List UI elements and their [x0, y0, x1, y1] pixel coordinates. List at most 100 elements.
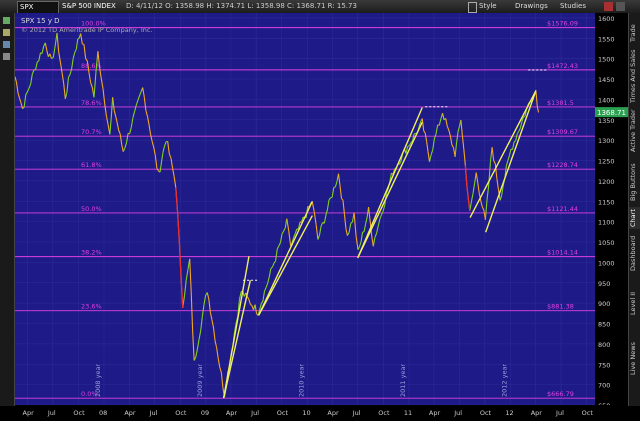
y-tick-label: 1200 [598, 178, 615, 186]
y-tick-label: 950 [598, 280, 610, 288]
y-tick-label: 1450 [598, 76, 615, 84]
y-tick-label: 1150 [598, 198, 615, 206]
y-tick-label: 1500 [598, 56, 615, 64]
y-tick-label: 1050 [598, 239, 615, 247]
tab-trade[interactable]: Trade [629, 16, 640, 50]
price-axis-svg: 1600 1550 1500 1450 1400 1350 1300 1250 1200 1150… [595, 13, 628, 405]
tool-d-icon[interactable] [3, 53, 10, 60]
tab-level-ii[interactable]: Level II [629, 279, 640, 327]
fib-price-label: $666.79 [547, 390, 574, 398]
x-tick-label: Jul [555, 409, 564, 417]
copyright-label: © 2012 TD Ameritrade IP Company, Inc. [21, 26, 153, 34]
y-tick-label: 1250 [598, 158, 615, 166]
chart-toolbar: SPX S&P 500 INDEX D: 4/11/12 O: 1358.98 … [0, 0, 640, 14]
fib-price-label: $1228.74 [547, 161, 578, 169]
tab-chart[interactable]: Chart [629, 207, 640, 229]
studies-menu[interactable]: Studies [560, 1, 586, 12]
price-axis[interactable]: 1600 1550 1500 1450 1400 1350 1300 1250 1200 1150… [595, 13, 628, 405]
fib-pct-label: 78.6% [81, 99, 102, 107]
tab-active-trader[interactable]: Active Trader [629, 105, 640, 157]
x-tick-label: 09 [201, 409, 209, 417]
x-tick-label: Apr [124, 409, 136, 417]
tab-live-news[interactable]: Live News [629, 331, 640, 387]
x-tick-label: Oct [378, 409, 390, 417]
x-tick-label: Jul [149, 409, 158, 417]
style-menu[interactable]: Style [479, 1, 497, 12]
left-tool-strip [0, 13, 15, 406]
plot-background [15, 13, 595, 405]
tool-b-icon[interactable] [3, 29, 10, 36]
fib-price-label: $881.38 [547, 303, 574, 311]
tool-a-icon[interactable] [3, 17, 10, 24]
chart-symbol-label: SPX 15 y D [21, 17, 60, 25]
x-tick-label: 08 [99, 409, 107, 417]
x-tick-label: Apr [327, 409, 339, 417]
price-segment [331, 197, 333, 198]
x-tick-label: Jul [352, 409, 361, 417]
time-axis-svg: Apr Jul Oct 08 Apr Jul Oct 09 Apr Jul Oct 10 Apr Jul O… [15, 405, 628, 419]
tab-dashboard[interactable]: Dashboard [629, 231, 640, 275]
year-marker-label: 2009 year [196, 364, 204, 397]
x-tick-label: 10 [302, 409, 310, 417]
year-marker-label: 2008 year [94, 364, 102, 397]
x-tick-label: Oct [175, 409, 187, 417]
y-tick-label: 1000 [598, 259, 615, 267]
time-axis[interactable]: Apr Jul Oct 08 Apr Jul Oct 09 Apr Jul Oct 10 Apr Jul O… [15, 405, 628, 419]
price-segment [414, 133, 416, 134]
x-tick-label: Oct [73, 409, 85, 417]
fib-pct-label: 88.6% [81, 62, 102, 70]
y-tick-label: 1400 [598, 96, 615, 104]
y-tick-label: 1350 [598, 117, 615, 125]
tool-c-icon[interactable] [3, 41, 10, 48]
fib-price-label: $1121.44 [547, 205, 578, 213]
fib-pct-label: 38.2% [81, 249, 102, 257]
price-segment [523, 116, 525, 117]
fib-price-label: $1014.14 [547, 249, 578, 257]
fib-price-label: $1309.67 [547, 128, 578, 136]
y-tick-label: 750 [598, 361, 610, 369]
y-tick-label: 1100 [598, 219, 615, 227]
alert-icon[interactable] [604, 2, 613, 11]
fib-price-label: $1576.09 [547, 20, 578, 28]
price-segment [78, 38, 79, 39]
index-name: S&P 500 INDEX [62, 1, 116, 12]
x-tick-label: Apr [23, 409, 35, 417]
x-tick-label: Oct [480, 409, 492, 417]
fib-price-label: $1472.43 [547, 62, 578, 70]
drawings-menu[interactable]: Drawings [515, 1, 548, 12]
year-marker-label: 2011 year [399, 364, 407, 397]
x-tick-label: Apr [531, 409, 543, 417]
fib-pct-label: 23.6% [81, 303, 102, 311]
y-tick-label: 1300 [598, 137, 615, 145]
quote-stats: D: 4/11/12 O: 1358.98 H: 1374.71 L: 1358… [126, 1, 357, 12]
year-marker-label: 2012 year [500, 364, 508, 397]
thinkorswim-chart-window: SPX S&P 500 INDEX D: 4/11/12 O: 1358.98 … [0, 0, 640, 419]
x-tick-label: Oct [277, 409, 289, 417]
y-tick-label: 1550 [598, 35, 615, 43]
x-tick-label: 11 [404, 409, 412, 417]
y-tick-label: 900 [598, 300, 610, 308]
tab-big-buttons[interactable]: Big Buttons [629, 159, 640, 205]
year-marker-label: 2010 year [297, 364, 305, 397]
fib-pct-label: 50.0% [81, 205, 102, 213]
x-tick-label: Apr [226, 409, 238, 417]
y-tick-label: 850 [598, 321, 610, 329]
fib-pct-label: 61.8% [81, 161, 102, 169]
price-chart-area[interactable]: 100.0%$1576.0988.6%$1472.4378.6%$1381.57… [15, 13, 595, 405]
x-tick-label: 12 [505, 409, 513, 417]
y-tick-label: 1600 [598, 15, 615, 23]
last-price-label: 1368.71 [597, 109, 626, 117]
y-tick-label: 700 [598, 382, 610, 390]
close-icon[interactable] [616, 2, 625, 11]
fib-pct-label: 70.7% [81, 128, 102, 136]
y-tick-label: 800 [598, 341, 610, 349]
x-tick-label: Apr [429, 409, 441, 417]
tab-times-and-sales[interactable]: Times And Sales [629, 53, 640, 103]
gear-icon[interactable] [468, 2, 477, 13]
x-tick-label: Jul [453, 409, 462, 417]
price-chart-svg[interactable]: 100.0%$1576.0988.6%$1472.4378.6%$1381.57… [15, 13, 595, 405]
x-tick-label: Jul [250, 409, 259, 417]
fib-price-label: $1381.5 [547, 99, 574, 107]
right-tab-strip: Trade Times And Sales Active Trader Big But… [628, 13, 640, 406]
x-tick-label: Oct [582, 409, 594, 417]
